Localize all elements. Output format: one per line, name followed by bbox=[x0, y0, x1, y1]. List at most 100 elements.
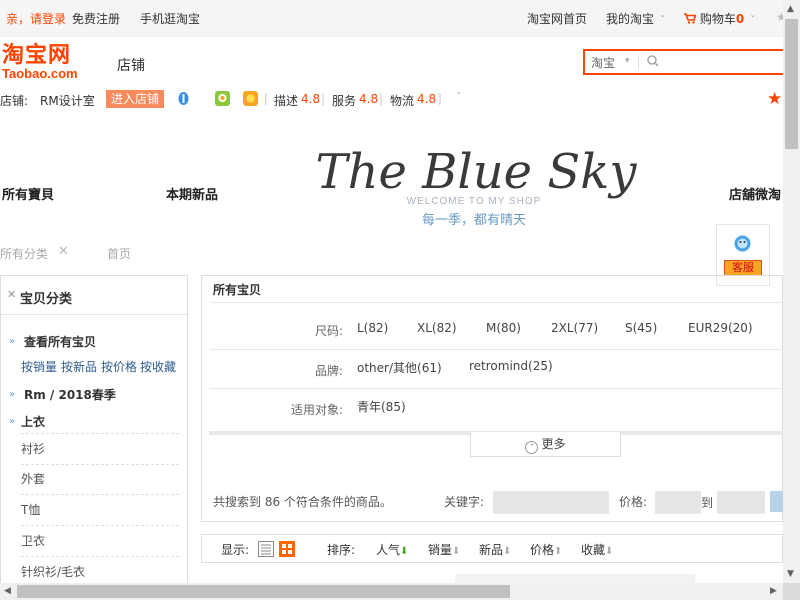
nav-new-items[interactable]: 本期新品 bbox=[166, 184, 218, 203]
size-option[interactable]: 2XL(77) bbox=[551, 321, 598, 335]
logo-cn: 淘宝网 bbox=[2, 43, 72, 68]
category-sidebar: ✕ 宝贝分类 » 查看所有宝贝 按销量 按新品 按价格 按收藏 » Rm / 2… bbox=[0, 275, 188, 600]
sort-new[interactable]: 新品⬇ bbox=[479, 541, 511, 558]
customer-service-icon bbox=[734, 235, 751, 252]
cart-label: 购物车 bbox=[699, 12, 736, 26]
shop-name-link[interactable]: RM设计室 bbox=[40, 92, 95, 109]
breadcrumb-home[interactable]: 首页 bbox=[107, 245, 131, 262]
chevron-down-icon: ˇ bbox=[660, 15, 666, 26]
sidebar-header: ✕ 宝贝分类 bbox=[1, 276, 187, 315]
sort-bar: 显示: 排序: 人气⬇ 销量⬇ 新品⬇ 价格⬆ 收藏⬇ bbox=[201, 534, 783, 563]
search-input[interactable] bbox=[665, 53, 784, 73]
filter-search-button[interactable] bbox=[770, 491, 783, 512]
vertical-scroll-thumb[interactable] bbox=[785, 19, 798, 149]
my-taobao-menu[interactable]: 我的淘宝 ˇ bbox=[606, 10, 665, 27]
nav-weibo[interactable]: 店舖微淘 bbox=[729, 184, 781, 203]
cart-count: 0 bbox=[735, 12, 745, 26]
chevron-down-icon: ˅ bbox=[525, 441, 539, 454]
subcategory-shirts[interactable]: 衬衫 bbox=[21, 433, 179, 465]
grid-view-icon[interactable] bbox=[279, 541, 295, 557]
sort-by-favorites-link[interactable]: 按收藏 bbox=[140, 358, 176, 375]
sort-by-new-link[interactable]: 按新品 bbox=[61, 358, 97, 375]
enter-shop-button[interactable]: 进入店铺 bbox=[106, 90, 164, 108]
brand-option[interactable]: other/其他(61) bbox=[357, 359, 442, 376]
banner-title: The Blue Sky bbox=[316, 144, 638, 200]
search-box: 淘宝 ▾ bbox=[583, 49, 786, 75]
cart-icon bbox=[684, 13, 697, 24]
bracket-left: [ bbox=[264, 92, 269, 106]
taobao-logo[interactable]: 淘宝网 Taobao.com bbox=[2, 45, 92, 81]
breadcrumb-all-categories[interactable]: 所有分类 bbox=[0, 245, 48, 262]
gold-seller-icon[interactable] bbox=[243, 91, 258, 106]
size-option[interactable]: M(80) bbox=[486, 321, 521, 335]
sort-price[interactable]: 价格⬆ bbox=[530, 541, 562, 558]
shop-banner: The Blue Sky WELCOME TO MY SHOP 每一季，都有晴天 bbox=[316, 144, 638, 228]
nav-all-items[interactable]: 所有寶貝 bbox=[2, 184, 54, 203]
scroll-up-icon[interactable]: ▲ bbox=[787, 4, 794, 14]
filter-title: 所有宝贝 bbox=[213, 283, 262, 297]
sort-sales[interactable]: 销量⬇ bbox=[428, 541, 460, 558]
scroll-down-icon[interactable]: ▼ bbox=[787, 569, 794, 579]
sort-by-price-link[interactable]: 按价格 bbox=[101, 358, 137, 375]
audience-label: 适用对象: bbox=[290, 403, 343, 417]
chevron-down-icon: ▾ bbox=[625, 56, 630, 66]
price-min-input[interactable] bbox=[655, 491, 701, 514]
category-tops[interactable]: 上衣 bbox=[21, 413, 45, 430]
keyword-label: 关键字: bbox=[444, 495, 485, 509]
search-scope-select[interactable]: 淘宝 bbox=[591, 54, 615, 71]
my-taobao-label: 我的淘宝 bbox=[606, 12, 655, 26]
taobao-home-link[interactable]: 淘宝网首页 bbox=[527, 10, 587, 27]
sort-sales-label: 销量 bbox=[428, 543, 453, 557]
subcategory-hoodies[interactable]: 卫衣 bbox=[21, 526, 179, 557]
arrow-down-icon: ⬇ bbox=[503, 546, 512, 557]
shop-info-bar: 店铺: RM设计室 进入店铺 [ 描述 4.8 | 服务 4.8 | 物流 4.… bbox=[0, 88, 783, 110]
subcategory-jackets[interactable]: 外套 bbox=[21, 464, 179, 495]
separator: | bbox=[321, 92, 326, 106]
scroll-right-icon[interactable]: ▶ bbox=[770, 586, 777, 596]
sort-price-label: 价格 bbox=[530, 543, 555, 557]
price-max-input[interactable] bbox=[717, 491, 765, 514]
vertical-scrollbar[interactable]: ▲ ▼ bbox=[783, 0, 800, 583]
cart-menu[interactable]: 购物车0 ˇ bbox=[684, 10, 755, 27]
sort-by-sales-link[interactable]: 按销量 bbox=[21, 358, 57, 375]
collapse-icon[interactable]: ✕ bbox=[7, 288, 16, 301]
scroll-left-icon[interactable]: ◀ bbox=[4, 586, 11, 596]
consumer-guarantee-icon[interactable] bbox=[215, 91, 230, 106]
brand-option[interactable]: retromind(25) bbox=[469, 359, 553, 373]
separator: | bbox=[379, 92, 384, 106]
favorite-shop-star-icon[interactable]: ★ bbox=[767, 89, 782, 109]
login-link[interactable]: 亲，请登录 bbox=[6, 10, 66, 27]
sort-popularity[interactable]: 人气⬇ bbox=[376, 541, 408, 558]
more-filters-button[interactable]: ˅ 更多 bbox=[470, 432, 621, 457]
size-option[interactable]: XL(82) bbox=[417, 321, 457, 335]
close-icon[interactable]: ✕ bbox=[58, 244, 69, 259]
audience-option[interactable]: 青年(85) bbox=[357, 398, 406, 415]
customer-service-label: 客服 bbox=[724, 260, 762, 276]
banner-slogan: 每一季，都有晴天 bbox=[422, 212, 526, 228]
sidebar-title: 宝贝分类 bbox=[20, 292, 73, 307]
subcategory-tshirts[interactable]: T恤 bbox=[21, 495, 179, 526]
size-option[interactable]: L(82) bbox=[357, 321, 388, 335]
view-all-items-link[interactable]: 查看所有宝贝 bbox=[24, 333, 96, 350]
brand-label: 品牌: bbox=[314, 364, 343, 378]
shop-tab[interactable]: 店铺 bbox=[117, 55, 145, 75]
size-option[interactable]: S(45) bbox=[625, 321, 657, 335]
category-2018-spring[interactable]: Rm / 2018春季 bbox=[24, 386, 116, 403]
chevron-down-icon: ˇ bbox=[750, 15, 756, 26]
keyword-input[interactable] bbox=[493, 491, 609, 514]
arrow-right-icon: » bbox=[9, 336, 16, 347]
result-count: 共搜索到 86 个符合条件的商品。 bbox=[213, 495, 392, 509]
list-view-icon[interactable] bbox=[258, 541, 274, 557]
register-link[interactable]: 免费注册 bbox=[72, 10, 120, 27]
horizontal-scroll-thumb[interactable] bbox=[17, 585, 510, 598]
mobile-taobao-link[interactable]: 手机逛淘宝 bbox=[140, 10, 200, 27]
search-icon bbox=[647, 55, 659, 67]
sort-favorites[interactable]: 收藏⬇ bbox=[581, 541, 613, 558]
chevron-down-icon[interactable]: ˇ bbox=[456, 92, 461, 103]
shop-level-badge-icon[interactable] bbox=[176, 91, 191, 106]
divider bbox=[210, 302, 784, 303]
arrow-down-icon: ⬇ bbox=[400, 546, 409, 557]
size-option[interactable]: EUR29(20) bbox=[688, 321, 753, 335]
service-score: 4.8 bbox=[359, 92, 379, 106]
horizontal-scrollbar[interactable]: ◀ ▶ bbox=[0, 583, 783, 600]
